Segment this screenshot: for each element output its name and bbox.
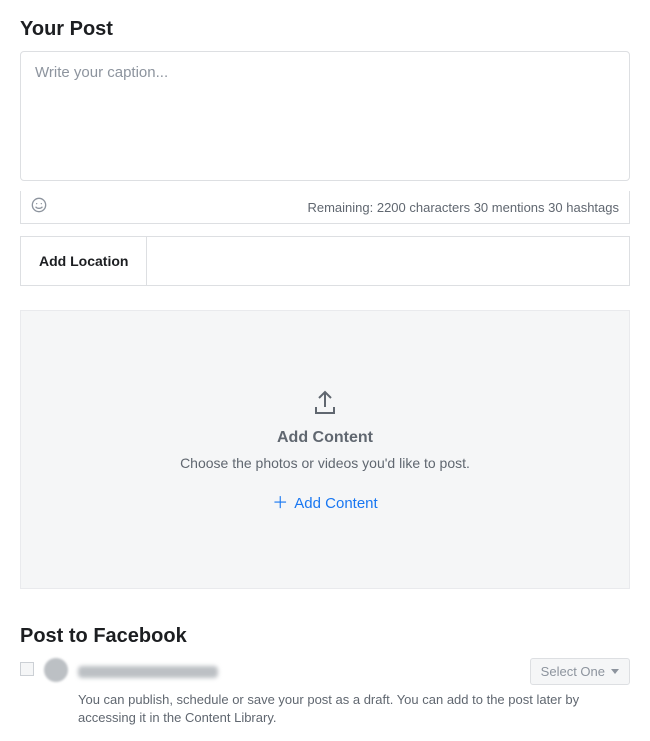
caption-status-bar: Remaining: 2200 characters 30 mentions 3… (20, 191, 630, 224)
select-one-dropdown[interactable]: Select One (530, 658, 630, 685)
your-post-title: Your Post (20, 18, 630, 41)
page-name (78, 666, 218, 678)
add-content-panel: Add Content Choose the photos or videos … (20, 310, 630, 589)
add-location-button[interactable]: Add Location (21, 237, 147, 285)
add-content-subtext: Choose the photos or videos you'd like t… (180, 455, 470, 471)
caption-placeholder: Write your caption... (35, 64, 168, 81)
caption-remaining-text: Remaining: 2200 characters 30 mentions 3… (307, 200, 619, 215)
add-content-button[interactable]: ＋ Add Content (272, 495, 377, 512)
location-row: Add Location (20, 236, 630, 286)
add-content-heading: Add Content (277, 429, 373, 447)
post-to-facebook-title: Post to Facebook (20, 625, 630, 648)
facebook-help-text: You can publish, schedule or save your p… (78, 691, 630, 727)
plus-icon: ＋ (272, 496, 288, 512)
emoji-icon[interactable] (31, 197, 47, 217)
upload-icon (311, 387, 339, 417)
select-one-label: Select One (541, 664, 605, 679)
page-checkbox[interactable] (20, 662, 34, 676)
caption-textarea[interactable]: Write your caption... (20, 51, 630, 181)
chevron-down-icon (611, 669, 619, 674)
avatar (44, 658, 68, 682)
facebook-page-row: Select One You can publish, schedule or … (20, 658, 630, 727)
add-content-link-label: Add Content (294, 495, 377, 512)
